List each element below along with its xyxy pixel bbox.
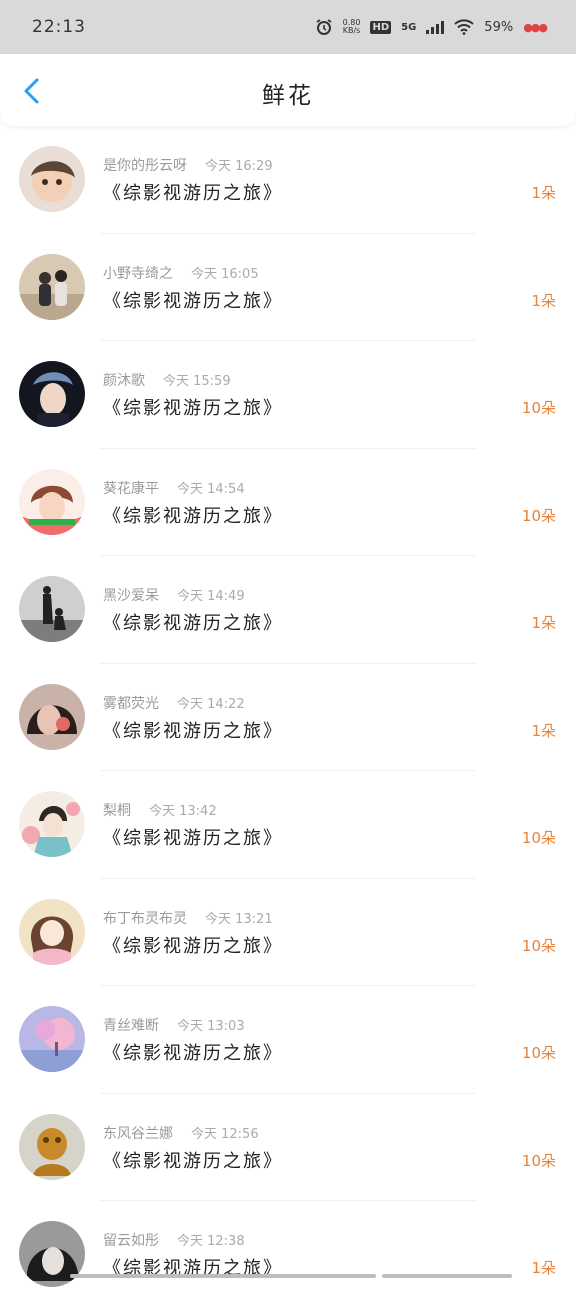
avatar[interactable] [19,898,85,965]
strawberry-icon: ●●● [523,20,548,34]
item-time: 今天 15:59 [163,374,231,389]
item-time: 今天 13:21 [205,911,273,927]
flower-count: 1朵 [531,184,556,202]
sender-name[interactable]: 黑沙爱呆 [103,588,159,604]
item-time: 今天 13:03 [177,1019,245,1034]
item-time: 今天 12:56 [191,1126,259,1142]
avatar[interactable] [19,146,85,212]
sender-name[interactable]: 雾都荧光 [103,696,159,712]
book-title[interactable]: 《综影视游历之旅》 [103,287,283,313]
list-item[interactable]: 黑沙爱呆 今天 14:49 《综影视游历之旅》 1朵 [0,556,576,664]
signal-icon [426,20,445,34]
avatar[interactable] [19,253,85,320]
list-item[interactable]: 东风谷兰娜 今天 12:56 《综影视游历之旅》 10朵 [0,1094,576,1201]
list-item[interactable]: 葵花康平 今天 14:54 《综影视游历之旅》 10朵 [0,449,576,556]
flower-count: 10朵 [521,506,556,525]
net-speed: 0.80 KB/s [343,19,361,35]
avatar[interactable] [19,361,85,427]
item-time: 今天 14:54 [177,481,245,497]
item-meta: 小野寺绮之 今天 16:05 [103,263,259,283]
item-meta: 雾都荧光 今天 14:22 [103,693,245,713]
list-item[interactable]: 雾都荧光 今天 14:22 《综影视游历之旅》 1朵 [0,664,576,771]
item-meta: 葵花康平 今天 14:54 [103,478,245,498]
book-title[interactable]: 《综影视游历之旅》 [103,1147,283,1173]
flower-count: 1朵 [531,614,556,632]
avatar[interactable] [19,468,85,535]
book-title[interactable]: 《综影视游历之旅》 [103,394,283,420]
avatar[interactable] [19,576,85,642]
status-icons: 0.80 KB/s HD 5G 59% ●●● [315,18,548,36]
sender-name[interactable]: 布丁布灵布灵 [103,911,187,927]
avatar[interactable] [19,791,85,857]
sender-name[interactable]: 东风谷兰娜 [103,1126,173,1142]
list-item[interactable]: 留云如彤 今天 12:38 《综影视游历之旅》 1朵 [0,1201,576,1309]
flower-count: 1朵 [531,721,556,740]
book-title[interactable]: 《综影视游历之旅》 [103,824,283,850]
sender-name[interactable]: 青丝难断 [103,1018,159,1034]
flower-count: 1朵 [531,1259,556,1277]
item-meta: 东风谷兰娜 今天 12:56 [103,1123,259,1143]
header: 鲜花 [0,54,576,126]
book-title[interactable]: 《综影视游历之旅》 [103,502,283,528]
hd-badge: HD [370,20,392,34]
flower-count: 10朵 [521,829,556,847]
item-time: 今天 16:05 [191,266,259,282]
item-meta: 是你的彤云呀 今天 16:29 [103,155,273,175]
book-title[interactable]: 《综影视游历之旅》 [103,1039,283,1065]
page-title: 鲜花 [262,83,314,109]
item-meta: 留云如彤 今天 12:38 [103,1230,245,1250]
item-meta: 青丝难断 今天 13:03 [103,1015,245,1035]
scroll-indicator [70,1274,376,1278]
list-item[interactable]: 是你的彤云呀 今天 16:29 《综影视游历之旅》 1朵 [0,126,576,234]
sender-name[interactable]: 小野寺绮之 [103,266,173,282]
scroll-indicator [382,1274,512,1278]
network-type: 5G [401,21,417,33]
flower-list: 是你的彤云呀 今天 16:29 《综影视游历之旅》 1朵 小野寺绮之 今天 16:0… [0,126,576,1309]
list-item[interactable]: 颜沐歌 今天 15:59 《综影视游历之旅》 10朵 [0,341,576,449]
item-meta: 布丁布灵布灵 今天 13:21 [103,908,273,928]
item-time: 今天 16:29 [205,159,273,174]
book-title[interactable]: 《综影视游历之旅》 [103,179,283,205]
wifi-icon [454,19,474,35]
flower-count: 10朵 [521,1151,556,1170]
avatar[interactable] [19,1113,85,1180]
item-meta: 梨桐 今天 13:42 [103,800,217,820]
item-time: 今天 14:49 [177,589,245,604]
status-time: 22:13 [32,17,86,37]
sender-name[interactable]: 留云如彤 [103,1233,159,1249]
sender-name[interactable]: 是你的彤云呀 [103,158,187,174]
flower-count: 10朵 [521,399,556,417]
book-title[interactable]: 《综影视游历之旅》 [103,932,283,958]
alarm-icon [315,18,333,36]
net-speed-unit: KB/s [342,26,361,35]
item-time: 今天 12:38 [177,1234,245,1249]
book-title[interactable]: 《综影视游历之旅》 [103,717,283,743]
list-item[interactable]: 青丝难断 今天 13:03 《综影视游历之旅》 10朵 [0,986,576,1094]
list-item[interactable]: 梨桐 今天 13:42 《综影视游历之旅》 10朵 [0,771,576,879]
flower-count: 1朵 [531,291,556,310]
item-time: 今天 13:42 [149,804,217,819]
flower-count: 10朵 [521,936,556,955]
status-bar: 22:13 0.80 KB/s HD 5G 59% ●●● [0,0,576,54]
sender-name[interactable]: 葵花康平 [103,481,159,497]
item-meta: 黑沙爱呆 今天 14:49 [103,585,245,605]
book-title[interactable]: 《综影视游历之旅》 [103,609,283,635]
sender-name[interactable]: 颜沐歌 [103,373,145,389]
flower-count: 10朵 [521,1044,556,1062]
item-meta: 颜沐歌 今天 15:59 [103,370,231,390]
avatar[interactable] [19,683,85,750]
list-item[interactable]: 小野寺绮之 今天 16:05 《综影视游历之旅》 1朵 [0,234,576,341]
item-time: 今天 14:22 [177,696,245,712]
battery-level: 59% [484,19,514,35]
sender-name[interactable]: 梨桐 [103,803,131,819]
avatar[interactable] [19,1006,85,1072]
list-item[interactable]: 布丁布灵布灵 今天 13:21 《综影视游历之旅》 10朵 [0,879,576,986]
